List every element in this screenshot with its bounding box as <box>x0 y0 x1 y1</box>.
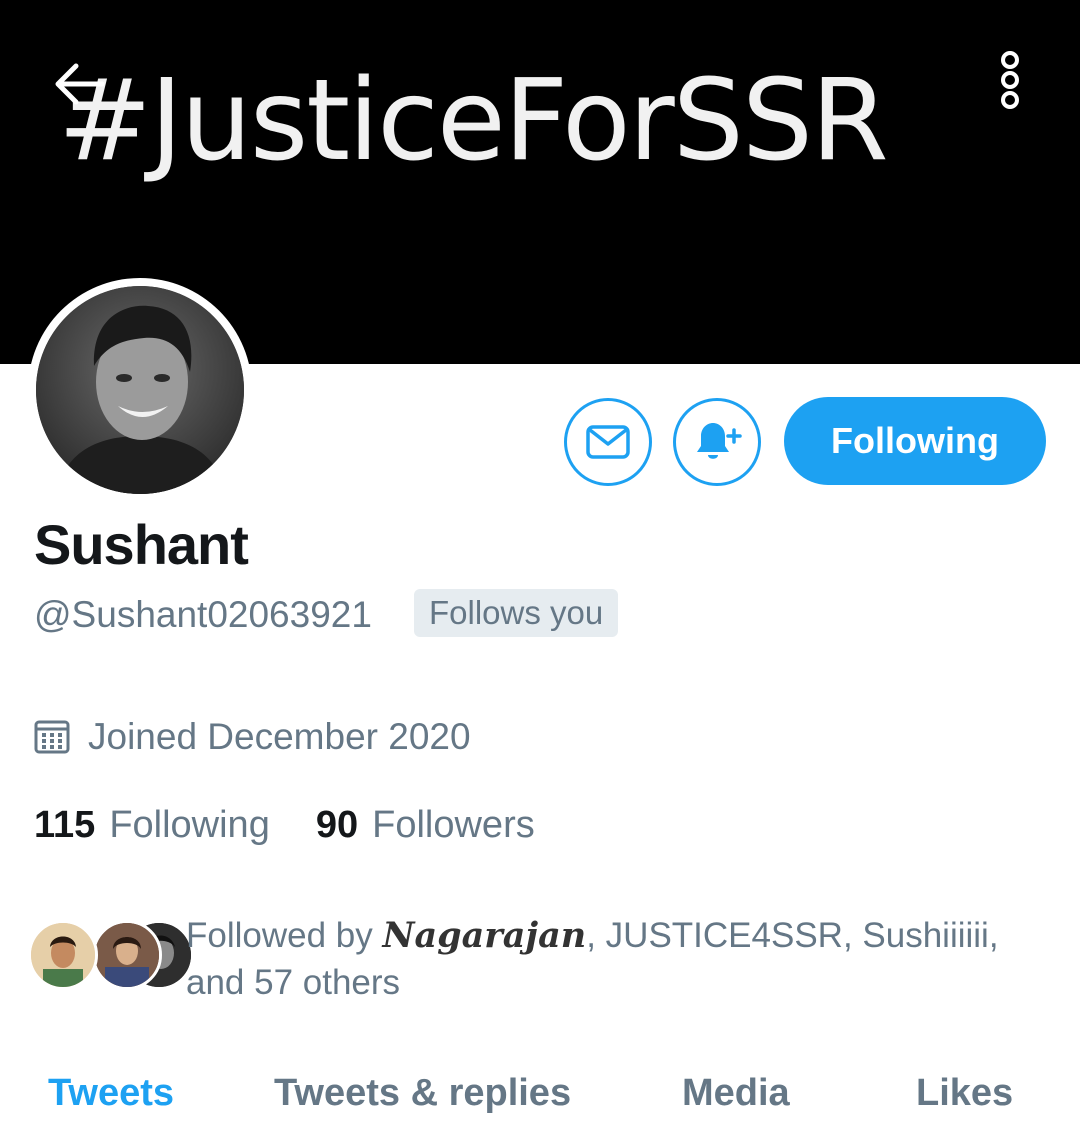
followed-by-prefix: Followed by <box>186 916 383 955</box>
calendar-icon <box>34 720 70 754</box>
banner-text: #JusticeForSSR <box>58 56 889 186</box>
tab-likes[interactable]: Likes <box>916 1072 1013 1115</box>
following-stat[interactable]: 115 Following <box>34 804 270 847</box>
envelope-icon <box>586 425 630 459</box>
followers-stat[interactable]: 90 Followers <box>316 804 535 847</box>
following-count: 115 <box>34 804 96 846</box>
profile-tabs: Tweets Tweets & replies Media Likes <box>0 1062 1080 1132</box>
bell-plus-icon <box>697 423 742 459</box>
follower-avatar <box>28 920 98 990</box>
follows-you-badge: Follows you <box>414 589 619 637</box>
followed-by-avatars[interactable] <box>28 920 194 990</box>
joined-text: Joined December 2020 <box>88 716 471 757</box>
more-options-button[interactable] <box>988 50 1032 114</box>
user-handle: @Sushant02063921 <box>34 594 372 635</box>
followers-label: Followers <box>372 804 535 846</box>
followed-by-first-name: Nagarajan <box>382 915 587 956</box>
tab-tweets[interactable]: Tweets <box>48 1072 174 1115</box>
message-button[interactable] <box>564 398 652 486</box>
notifications-button[interactable] <box>673 398 761 486</box>
followed-by-text[interactable]: Followed by Nagarajan, JUSTICE4SSR, Sush… <box>186 912 1056 1006</box>
joined-date: Joined December 2020 <box>34 716 471 758</box>
follower-avatar <box>92 920 162 990</box>
display-name: Sushant <box>34 513 249 576</box>
following-button[interactable]: Following <box>784 397 1046 485</box>
more-vertical-icon <box>1001 51 1019 109</box>
tab-tweets-and-replies[interactable]: Tweets & replies <box>274 1072 571 1115</box>
follow-stats: 115 Following 90 Followers <box>34 804 581 847</box>
profile-avatar[interactable] <box>28 278 252 502</box>
back-button[interactable] <box>50 55 108 113</box>
followers-count: 90 <box>315 804 359 846</box>
following-label: Following <box>109 804 270 846</box>
arrow-left-icon <box>55 63 105 105</box>
avatar-photo <box>36 286 244 494</box>
tab-media[interactable]: Media <box>682 1072 790 1115</box>
